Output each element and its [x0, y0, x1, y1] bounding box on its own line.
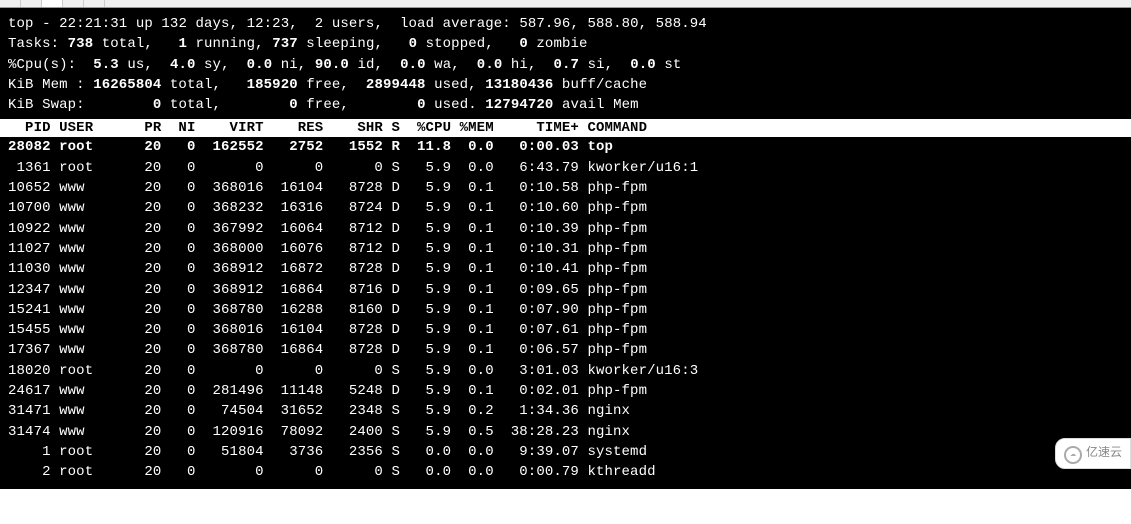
process-row[interactable]: 28082 root 20 0 162552 2752 1552 R 11.8 … — [8, 137, 1123, 157]
process-row[interactable]: 12347 www 20 0 368912 16864 8716 D 5.9 0… — [8, 280, 1123, 300]
process-row[interactable]: 1 root 20 0 51804 3736 2356 S 0.0 0.0 9:… — [8, 442, 1123, 462]
process-row[interactable]: 10652 www 20 0 368016 16104 8728 D 5.9 0… — [8, 178, 1123, 198]
process-row[interactable]: 18020 root 20 0 0 0 0 S 5.9 0.0 3:01.03 … — [8, 361, 1123, 381]
process-row[interactable]: 11030 www 20 0 368912 16872 8728 D 5.9 0… — [8, 259, 1123, 279]
session-tabs[interactable] — [0, 0, 1131, 8]
process-row[interactable]: 10700 www 20 0 368232 16316 8724 D 5.9 0… — [8, 198, 1123, 218]
tab-1[interactable] — [0, 0, 21, 7]
process-row[interactable]: 31474 www 20 0 120916 78092 2400 S 5.9 0… — [8, 422, 1123, 442]
tab-2[interactable] — [21, 0, 42, 7]
summary-line-1: top - 22:21:31 up 132 days, 12:23, 2 use… — [8, 16, 707, 32]
summary-mem: KiB Mem : 16265804 total, 185920 free, 2… — [8, 77, 647, 93]
process-table-header[interactable]: PID USER PR NI VIRT RES SHR S %CPU %MEM … — [0, 119, 1131, 137]
process-row[interactable]: 2 root 20 0 0 0 0 S 0.0 0.0 0:00.79 kthr… — [8, 462, 1123, 482]
tab-3[interactable] — [42, 0, 63, 7]
top-summary: top - 22:21:31 up 132 days, 12:23, 2 use… — [0, 8, 1131, 119]
process-row[interactable]: 17367 www 20 0 368780 16864 8728 D 5.9 0… — [8, 340, 1123, 360]
watermark: ☁亿速云 — [1055, 438, 1131, 469]
process-row[interactable]: 15241 www 20 0 368780 16288 8160 D 5.9 0… — [8, 300, 1123, 320]
tab-5[interactable] — [84, 0, 105, 7]
process-row[interactable]: 31471 www 20 0 74504 31652 2348 S 5.9 0.… — [8, 401, 1123, 421]
process-row[interactable]: 11027 www 20 0 368000 16076 8712 D 5.9 0… — [8, 239, 1123, 259]
cloud-icon: ☁ — [1064, 446, 1082, 464]
process-row[interactable]: 15455 www 20 0 368016 16104 8728 D 5.9 0… — [8, 320, 1123, 340]
tab-4[interactable] — [63, 0, 84, 7]
summary-swap: KiB Swap: 0 total, 0 free, 0 used. 12794… — [8, 97, 647, 113]
process-table-body[interactable]: 28082 root 20 0 162552 2752 1552 R 11.8 … — [0, 137, 1131, 488]
process-row[interactable]: 24617 www 20 0 281496 11148 5248 D 5.9 0… — [8, 381, 1123, 401]
summary-tasks: Tasks: 738 total, 1 running, 737 sleepin… — [8, 36, 588, 52]
process-row[interactable]: 10922 www 20 0 367992 16064 8712 D 5.9 0… — [8, 219, 1123, 239]
summary-cpu: %Cpu(s): 5.3 us, 4.0 sy, 0.0 ni, 90.0 id… — [8, 57, 681, 73]
process-row[interactable]: 1361 root 20 0 0 0 0 S 5.9 0.0 6:43.79 k… — [8, 158, 1123, 178]
